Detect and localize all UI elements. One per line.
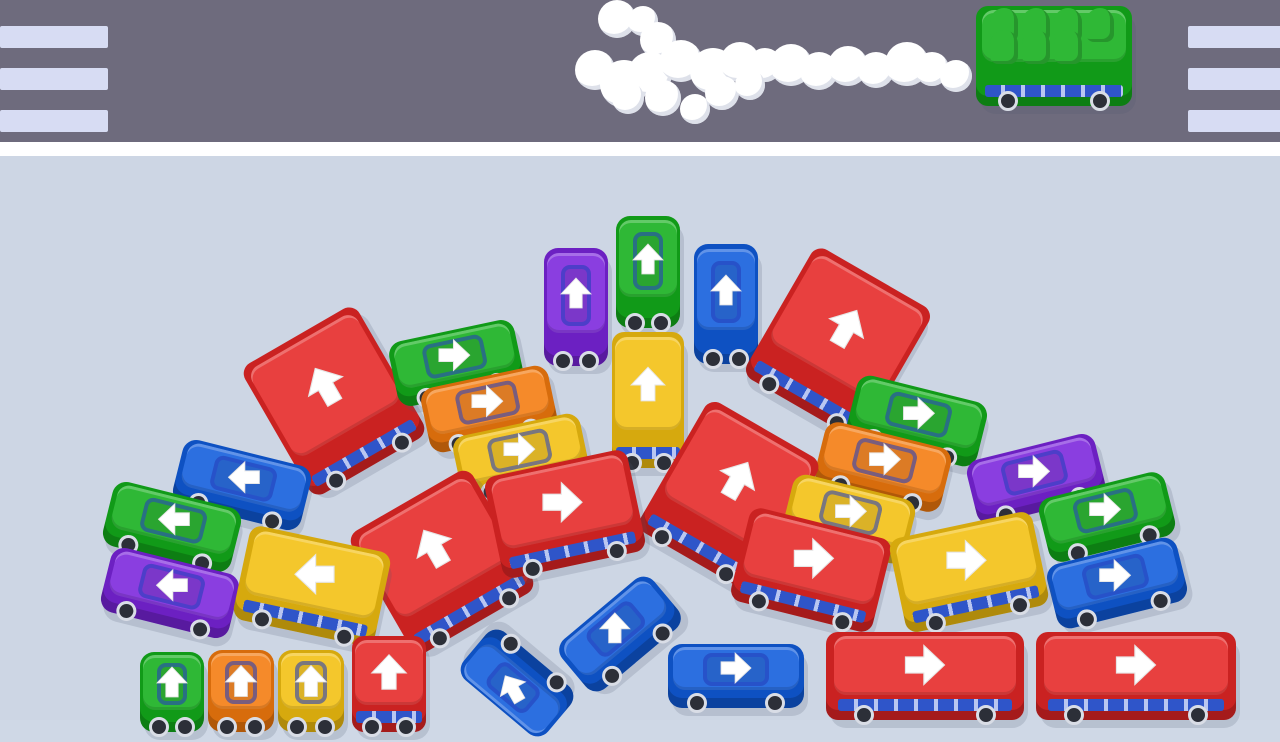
wheel <box>853 705 874 725</box>
arrow-icon <box>833 493 869 529</box>
arrow-icon <box>291 552 337 598</box>
arrow-icon <box>369 652 410 693</box>
red-bus[interactable] <box>826 632 1028 728</box>
arrow-icon <box>630 241 665 276</box>
crosswalk-stripe <box>1188 68 1280 90</box>
arrow-icon <box>708 272 743 307</box>
wheel <box>687 693 708 713</box>
arrow-icon <box>1097 557 1133 593</box>
arrow-icon <box>469 383 505 419</box>
arrow-icon <box>293 663 329 699</box>
crosswalk-stripe <box>1188 26 1280 48</box>
passenger-icon <box>1054 30 1082 64</box>
wheel <box>764 693 785 713</box>
crosswalk-stripe <box>0 110 108 132</box>
wheel <box>1064 705 1084 725</box>
smoke-puff <box>940 60 972 92</box>
wheel <box>395 717 416 737</box>
arrow-icon <box>902 642 948 688</box>
smoke-puff <box>735 70 765 100</box>
road-curb <box>0 142 1280 156</box>
arrow-icon <box>901 395 937 431</box>
arrow-icon <box>154 567 190 603</box>
wheel <box>651 313 672 333</box>
arrow-icon <box>867 441 903 477</box>
passenger-icon <box>990 30 1018 64</box>
arrow-icon <box>223 663 259 699</box>
passenger-icon <box>1022 30 1050 64</box>
arrow-icon <box>1113 642 1159 688</box>
purple-car[interactable] <box>544 248 612 374</box>
arrow-icon <box>501 431 537 467</box>
crosswalk-stripe <box>0 68 108 90</box>
arrow-icon <box>226 459 262 495</box>
arrow-icon <box>558 275 593 310</box>
wheel <box>148 717 169 737</box>
arrow-icon <box>1087 491 1123 527</box>
wheel <box>624 313 645 333</box>
red-bus[interactable] <box>1036 632 1240 728</box>
red-bus[interactable] <box>352 636 430 740</box>
smoke-puff <box>612 82 644 114</box>
arrow-icon <box>156 501 192 537</box>
crosswalk-stripe <box>0 26 108 48</box>
arrow-icon <box>791 536 837 582</box>
arrow-icon <box>628 364 668 404</box>
smoke-puff <box>645 80 681 116</box>
smoke-puff <box>705 76 739 110</box>
green-car[interactable] <box>140 652 208 740</box>
wheel <box>579 351 600 371</box>
arrow-icon <box>944 538 990 584</box>
passenger-icon <box>1086 8 1114 42</box>
wheel <box>702 349 723 369</box>
arrow-icon <box>539 479 585 525</box>
wheel <box>175 717 196 737</box>
wheel <box>244 717 265 737</box>
arrow-icon <box>154 665 189 700</box>
wheel <box>552 351 573 371</box>
blue-car[interactable] <box>694 244 762 372</box>
wheel <box>1188 705 1208 725</box>
arrow-icon <box>436 337 472 373</box>
green-car[interactable] <box>616 216 684 336</box>
arrow-icon <box>718 651 753 686</box>
blue-car[interactable] <box>668 644 808 716</box>
arrow-icon <box>597 611 632 646</box>
wheel <box>314 717 335 737</box>
arrow-icon <box>1016 453 1052 489</box>
crosswalk-stripe <box>1188 110 1280 132</box>
wheel <box>997 91 1018 111</box>
